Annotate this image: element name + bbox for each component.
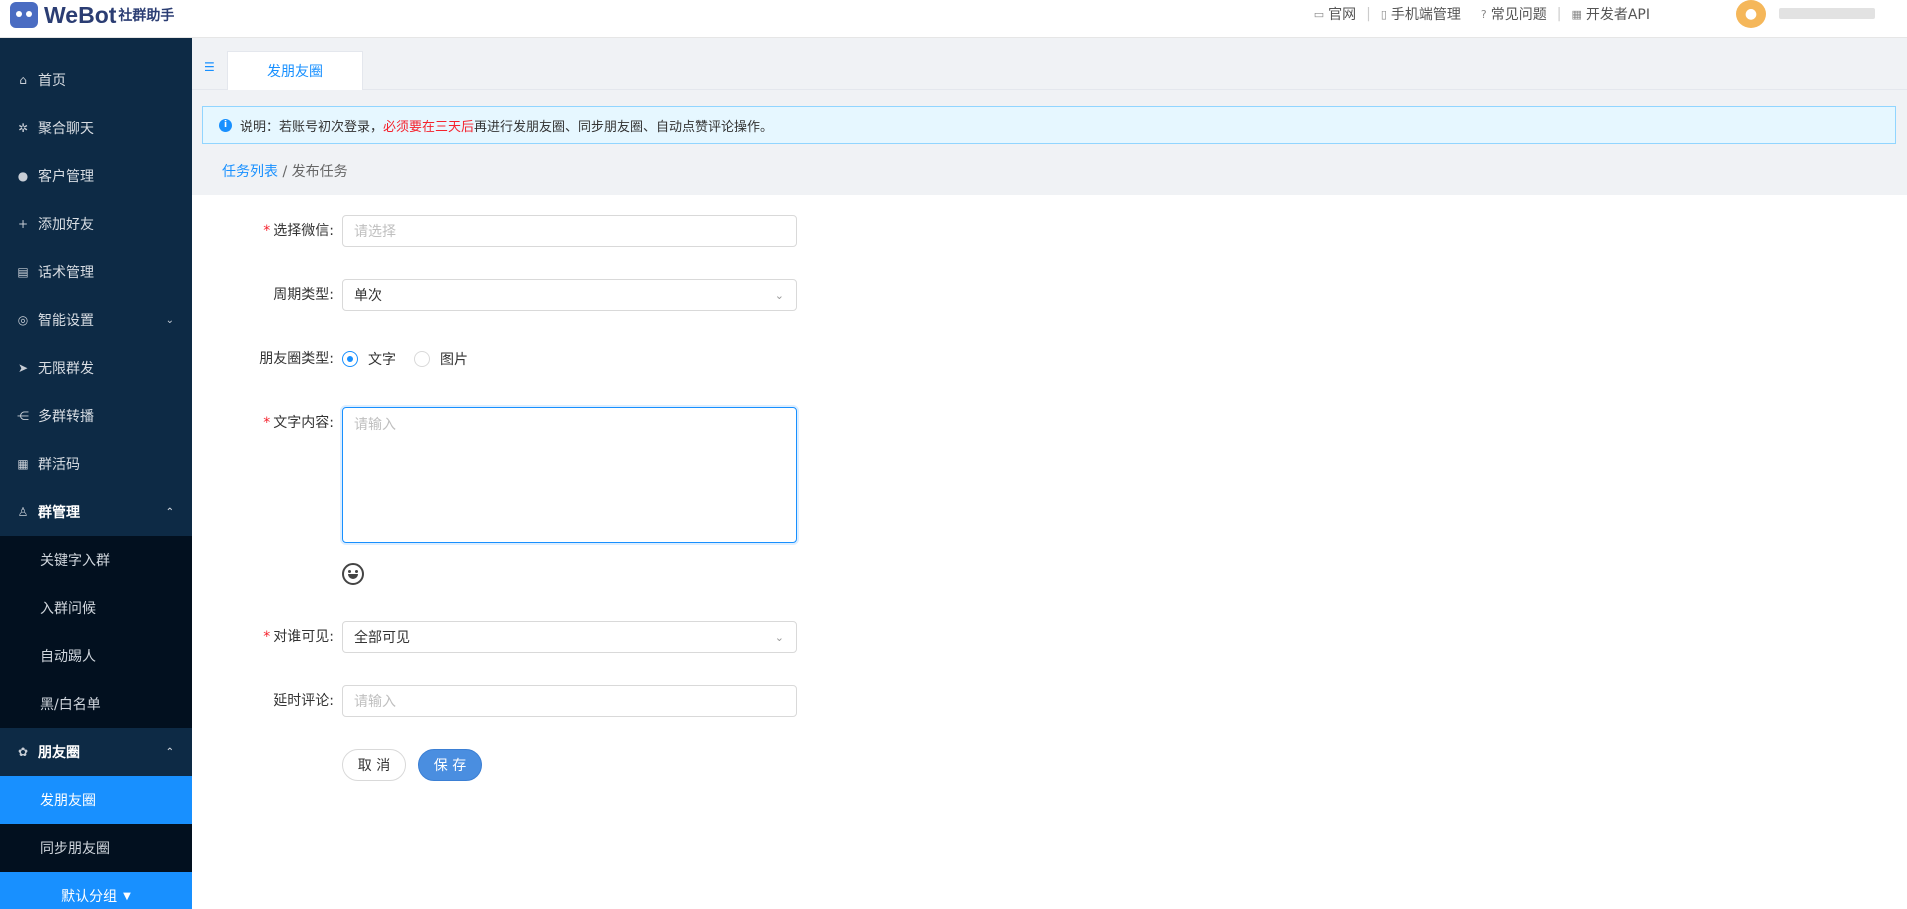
radio-image-label[interactable]: 图片 — [440, 349, 468, 369]
form-row-wechat: * 选择微信: 请选择 — [192, 215, 797, 247]
radio-image[interactable] — [414, 351, 430, 367]
user-icon: ● — [17, 169, 29, 183]
notice-prefix: 说明：若账号初次登录， — [240, 119, 384, 135]
notice-suffix: 再进行发朋友圈、同步朋友圈、自动点赞评论操作。 — [474, 119, 774, 135]
sidebar-item-broadcast[interactable]: ➤ 无限群发 — [0, 344, 192, 392]
visible-value: 全部可见 — [354, 630, 410, 646]
save-button[interactable]: 保 存 — [418, 749, 482, 781]
tab-post-moments[interactable]: 发朋友圈 — [227, 51, 363, 90]
phone-icon: ▯ — [1380, 7, 1387, 21]
sidebar-subitem-post-moments[interactable]: 发朋友圈 — [0, 776, 192, 824]
form-row-type: 朋友圈类型: 文字 图片 — [192, 343, 486, 375]
required-mark: * — [263, 223, 271, 239]
visible-select[interactable]: 全部可见 ⌄ — [342, 621, 797, 653]
sidebar-item-add-friend[interactable]: + 添加好友 — [0, 200, 192, 248]
cycle-select[interactable]: 单次 ⌄ — [342, 279, 797, 311]
top-link-mobile[interactable]: ▯ 手机端管理 — [1371, 4, 1471, 24]
delay-input[interactable]: 请输入 — [342, 685, 797, 717]
moments-submenu: 发朋友圈 同步朋友圈 — [0, 776, 192, 872]
robot-logo-icon — [10, 2, 38, 28]
sidebar-subitem-sync-moments[interactable]: 同步朋友圈 — [0, 824, 192, 872]
caret-down-icon: ▼ — [123, 890, 131, 902]
sidebar-item-relay[interactable]: ⋲ 多群转播 — [0, 392, 192, 440]
sidebar-item-moments[interactable]: ✿ 朋友圈 ⌃ — [0, 728, 192, 776]
type-label: 朋友圈类型: — [259, 351, 334, 367]
home-icon: ⌂ — [19, 73, 27, 87]
delay-label: 延时评论: — [273, 693, 334, 709]
moments-icon: ✿ — [17, 745, 29, 759]
sidebar: ⌂ 首页 ✲ 聚合聊天 ● 客户管理 + 添加好友 ▤ 话术管理 ◎ 智能设置 ⌄ ➤ 无限群发… — [0, 38, 192, 909]
sidebar-item-group-manage[interactable]: ♙ 群管理 ⌃ — [0, 488, 192, 536]
sidebar-item-home[interactable]: ⌂ 首页 — [0, 56, 192, 104]
question-icon: ? — [1480, 7, 1487, 21]
form-row-content: * 文字内容: 请输入 — [192, 407, 797, 585]
notice-highlight: 必须要在三天后 — [383, 119, 475, 135]
type-radio-group: 文字 图片 — [342, 343, 486, 375]
group-icon: ♙ — [17, 505, 29, 519]
sidebar-item-qrcode[interactable]: ▦ 群活码 — [0, 440, 192, 488]
api-icon: ▦ — [1571, 7, 1582, 21]
send-icon: ➤ — [17, 361, 29, 375]
tab-bar: ☰ 发朋友圈 — [192, 38, 1907, 90]
document-icon: ▤ — [17, 265, 29, 279]
brand-subtitle: 社群助手 — [118, 8, 175, 24]
smart-settings-icon: ◎ — [17, 313, 29, 327]
top-bar: WeBot 社群助手 ▭ 官网 | ▯ 手机端管理 ? 常见问题 | ▦ 开发者… — [0, 0, 1907, 38]
default-group-selector[interactable]: 默认分组 ▼ — [0, 872, 192, 909]
sidebar-item-customers[interactable]: ● 客户管理 — [0, 152, 192, 200]
sidebar-subitem-keyword-join[interactable]: 关键字入群 — [0, 536, 192, 584]
form-panel: * 选择微信: 请选择 周期类型: 单次 ⌄ 朋友圈类型: 文字 图片 * 文字内容… — [192, 195, 1907, 909]
username[interactable] — [1779, 8, 1875, 19]
monitor-icon: ▭ — [1313, 7, 1325, 21]
radio-text-label[interactable]: 文字 — [368, 349, 396, 369]
logo[interactable]: WeBot 社群助手 — [10, 0, 174, 30]
sidebar-subitem-blackwhite-list[interactable]: 黑/白名单 — [0, 680, 192, 728]
breadcrumb-separator: / — [278, 164, 292, 180]
required-mark: * — [263, 629, 271, 645]
required-mark: * — [263, 415, 271, 431]
sidebar-item-chat[interactable]: ✲ 聚合聊天 — [0, 104, 192, 152]
cancel-button[interactable]: 取 消 — [342, 749, 406, 781]
chevron-down-icon: ⌄ — [774, 631, 784, 644]
chevron-down-icon: ⌄ — [774, 289, 784, 302]
breadcrumb-task-list[interactable]: 任务列表 — [222, 164, 278, 180]
sidebar-item-smart-settings[interactable]: ◎ 智能设置 ⌄ — [0, 296, 192, 344]
content-textarea[interactable]: 请输入 — [342, 407, 797, 543]
cycle-value: 单次 — [354, 288, 382, 304]
group-submenu: 关键字入群 入群问候 自动踢人 黑/白名单 — [0, 536, 192, 728]
top-link-official-site[interactable]: ▭ 官网 — [1304, 4, 1366, 24]
top-link-faq[interactable]: ? 常见问题 — [1471, 4, 1557, 24]
info-icon: i — [219, 118, 232, 132]
add-user-icon: + — [17, 217, 29, 231]
breadcrumb: 任务列表 / 发布任务 — [222, 161, 348, 181]
wechat-select[interactable]: 请选择 — [342, 215, 797, 247]
sidebar-subitem-greeting[interactable]: 入群问候 — [0, 584, 192, 632]
main-content: ☰ 发朋友圈 i 说明：若账号初次登录， 必须要在三天后 再进行发朋友圈、同步朋友圈… — [192, 38, 1907, 909]
gear-icon: ✲ — [17, 121, 29, 135]
notice-banner: i 说明：若账号初次登录， 必须要在三天后 再进行发朋友圈、同步朋友圈、自动点赞评论… — [202, 106, 1896, 144]
brand-name: WeBot — [44, 1, 117, 28]
sidebar-subitem-auto-kick[interactable]: 自动踢人 — [0, 632, 192, 680]
form-row-delay: 延时评论: 请输入 — [192, 685, 797, 717]
avatar[interactable]: ● — [1736, 0, 1766, 28]
radio-text[interactable] — [342, 351, 358, 367]
emoji-icon[interactable] — [342, 563, 364, 585]
sidebar-item-scripts[interactable]: ▤ 话术管理 — [0, 248, 192, 296]
visible-label: 对谁可见: — [273, 629, 334, 645]
qrcode-icon: ▦ — [17, 457, 29, 471]
form-actions: 取 消 保 存 — [342, 749, 482, 781]
form-row-cycle: 周期类型: 单次 ⌄ — [192, 279, 797, 311]
cycle-label: 周期类型: — [273, 287, 334, 303]
content-label: 文字内容: — [273, 415, 334, 431]
breadcrumb-current: 发布任务 — [291, 164, 348, 180]
wechat-label: 选择微信: — [273, 223, 334, 239]
chevron-down-icon: ⌄ — [165, 314, 174, 326]
chevron-up-icon: ⌃ — [165, 746, 174, 758]
form-row-visible: * 对谁可见: 全部可见 ⌄ — [192, 621, 797, 653]
top-link-api[interactable]: ▦ 开发者API — [1561, 4, 1660, 24]
chevron-up-icon: ⌃ — [165, 506, 174, 518]
top-nav: ▭ 官网 | ▯ 手机端管理 ? 常见问题 | ▦ 开发者API — [1304, 0, 1660, 28]
relay-icon: ⋲ — [17, 409, 29, 423]
menu-toggle-icon[interactable]: ☰ — [204, 60, 215, 74]
